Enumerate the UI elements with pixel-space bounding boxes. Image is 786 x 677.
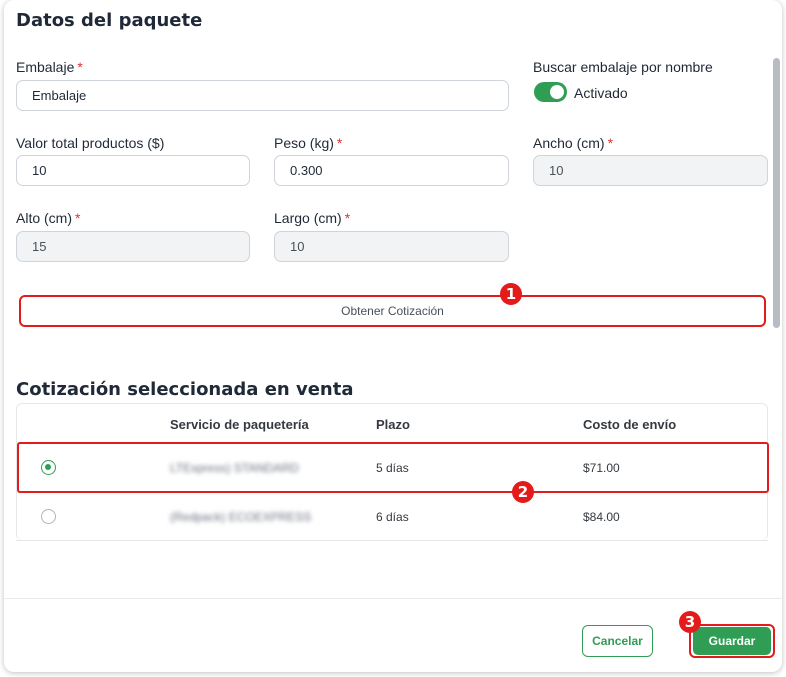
width-label: Ancho (cm) * (533, 135, 614, 151)
packaging-label: Embalaje * (16, 59, 83, 75)
total-value-input[interactable]: 10 (16, 155, 250, 186)
package-modal: Datos del paquete Embalaje * Embalaje Bus… (4, 0, 782, 672)
section-title-package: Datos del paquete (16, 10, 203, 31)
scrollbar[interactable] (773, 58, 780, 328)
row-2-radio[interactable] (41, 509, 56, 524)
total-value-label: Valor total productos ($) (16, 135, 165, 151)
row-divider (16, 540, 768, 541)
selected-row-highlight (17, 442, 769, 493)
column-header-cost: Costo de envío (583, 417, 677, 432)
section-title-quote: Cotización seleccionada en venta (16, 379, 354, 400)
cancel-button[interactable]: Cancelar (582, 625, 653, 657)
footer-divider (4, 598, 782, 599)
length-label: Largo (cm) * (274, 210, 351, 226)
search-by-name-label: Buscar embalaje por nombre (533, 59, 713, 75)
column-header-term: Plazo (376, 417, 410, 432)
packaging-input[interactable]: Embalaje (16, 80, 509, 111)
get-quote-button[interactable]: Obtener Cotización (19, 295, 766, 327)
step-2-badge: 2 (512, 481, 534, 503)
row-2-term: 6 días (376, 510, 409, 524)
height-label: Alto (cm) * (16, 210, 81, 226)
step-3-badge: 3 (679, 611, 701, 633)
step-1-badge: 1 (500, 283, 522, 305)
row-2-service: (Redpack) ECOEXPRESS (170, 510, 312, 524)
length-input[interactable]: 10 (274, 231, 509, 262)
width-input[interactable]: 10 (533, 155, 768, 186)
toggle-knob (550, 85, 564, 99)
weight-label: Peso (kg) * (274, 135, 343, 151)
weight-input[interactable]: 0.300 (274, 155, 509, 186)
column-header-service: Servicio de paquetería (170, 417, 309, 432)
height-input[interactable]: 15 (16, 231, 250, 262)
save-button[interactable]: Guardar (693, 627, 771, 655)
row-2-cost: $84.00 (583, 510, 620, 524)
toggle-status-label: Activado (574, 85, 628, 101)
search-by-name-toggle[interactable] (534, 82, 567, 102)
